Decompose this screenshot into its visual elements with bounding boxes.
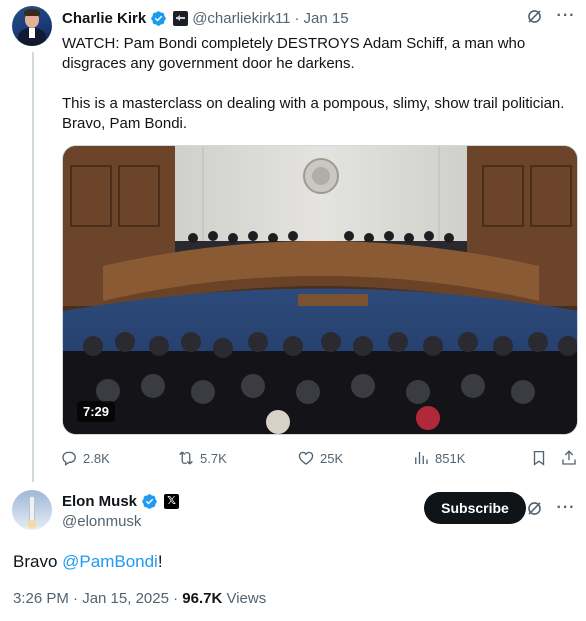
reply-author-name[interactable]: Elon Musk [62, 493, 137, 510]
tweet-header: Charlie Kirk @charliekirk11 · Jan 15 [62, 8, 349, 28]
reply-timestamp[interactable]: 3:26 PM · Jan 15, 2025 · [13, 590, 182, 607]
thread-line [32, 52, 34, 482]
share-button[interactable] [560, 449, 578, 467]
tweet-text-paragraph-2: This is a masterclass on dealing with a … [62, 95, 565, 132]
video-duration: 7:29 [77, 401, 116, 422]
avatar-elon-musk[interactable] [12, 490, 52, 530]
reply-top-actions: ··· [524, 498, 576, 518]
subscribe-button[interactable]: Subscribe [424, 492, 526, 524]
more-icon[interactable]: ··· [556, 6, 576, 26]
video-player[interactable]: 7:29 [62, 145, 578, 435]
tweet-text-paragraph-1: WATCH: Pam Bondi completely DESTROYS Ada… [62, 35, 526, 72]
reply-text-start: Bravo [13, 552, 63, 571]
reply-views-label: Views [222, 590, 267, 607]
views-button[interactable]: 851K [412, 449, 465, 467]
avatar-charlie-kirk[interactable] [12, 6, 52, 46]
reply-author-handle[interactable]: @elonmusk [62, 513, 141, 530]
reply-button[interactable]: 2.8K [60, 449, 110, 467]
bookmark-icon [533, 450, 545, 466]
author-name[interactable]: Charlie Kirk [62, 10, 146, 27]
tweet-top-actions: ··· [524, 6, 576, 26]
x-badge-icon: 𝕏 [164, 494, 180, 509]
verified-badge-icon [142, 494, 157, 509]
share-icon [562, 450, 576, 465]
grok-icon[interactable] [524, 6, 544, 26]
reply-view-count: 96.7K [182, 590, 223, 607]
reply-meta: 3:26 PM · Jan 15, 2025 · 96.7K Views [13, 590, 266, 607]
repost-count: 5.7K [200, 450, 227, 466]
tweet-action-bar: 2.8K 5.7K 25K 851K [60, 449, 580, 469]
reply-header: Elon Musk 𝕏 [62, 493, 180, 510]
author-handle[interactable]: @charliekirk11 [192, 10, 290, 27]
like-button[interactable]: 25K [297, 449, 343, 467]
tweet-text: WATCH: Pam Bondi completely DESTROYS Ada… [62, 34, 572, 134]
like-count: 25K [320, 450, 344, 466]
reply-count: 2.8K [83, 450, 110, 466]
like-icon [298, 451, 314, 465]
repost-button[interactable]: 5.7K [177, 449, 227, 467]
government-badge-icon [173, 10, 189, 26]
reply-text-end: ! [157, 552, 163, 571]
tweet-date[interactable]: Jan 15 [304, 10, 349, 27]
reply-text: Bravo @PamBondi! [13, 551, 163, 573]
mention-link[interactable]: @PamBondi [62, 552, 158, 571]
more-icon[interactable]: ··· [556, 498, 576, 518]
repost-icon [179, 451, 193, 465]
header-separator: · [294, 9, 300, 27]
reply-icon [62, 451, 76, 466]
views-icon [415, 452, 428, 464]
view-count: 851K [435, 450, 466, 466]
grok-icon[interactable] [524, 498, 544, 518]
hearing-room-video-frame [63, 146, 577, 434]
verified-badge-icon [151, 10, 166, 26]
bookmark-button[interactable] [530, 449, 548, 467]
